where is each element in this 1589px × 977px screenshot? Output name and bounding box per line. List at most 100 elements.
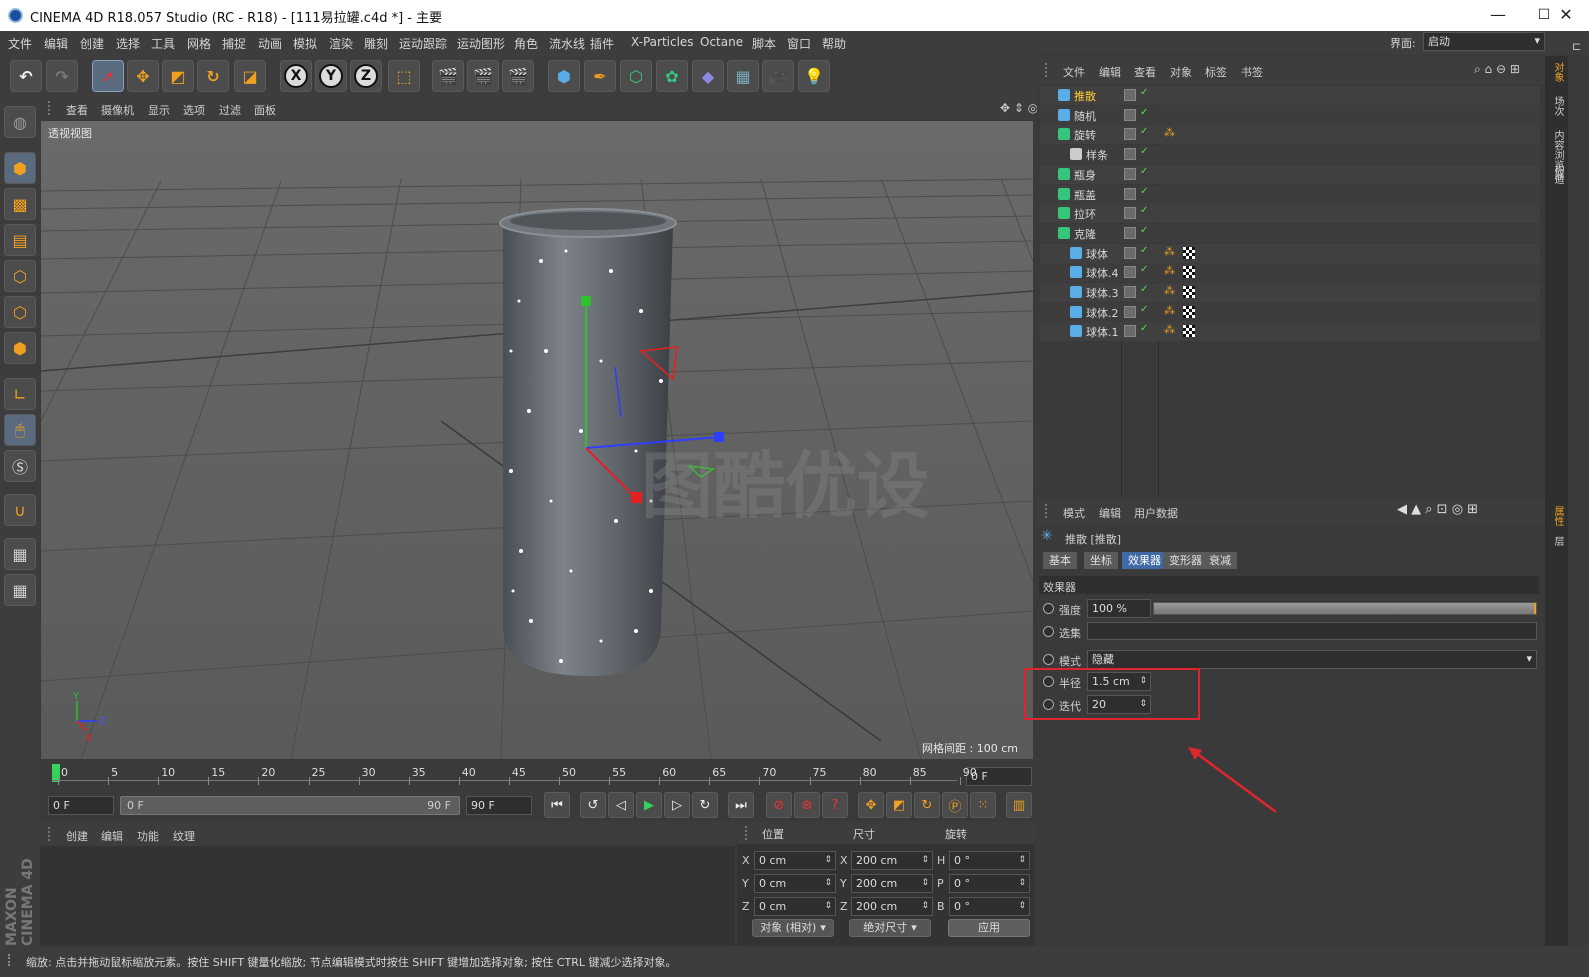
spinner-icon[interactable]: ⇕ — [921, 875, 929, 891]
rotation-field-2[interactable]: 0 ° ⇕ — [949, 897, 1030, 916]
layer-checkbox-icon[interactable] — [1124, 167, 1136, 180]
panel-expand-icon[interactable]: ⊏ — [1572, 40, 1581, 53]
attribute-tab-1[interactable]: 坐标 — [1084, 552, 1118, 569]
z-axis-button[interactable]: Z — [350, 60, 382, 92]
select-tool-button[interactable]: ➚ — [92, 60, 124, 92]
visibility-check-icon[interactable]: ✓ — [1140, 245, 1148, 256]
menu-item-16[interactable]: X-Particles — [631, 35, 694, 49]
visibility-check-icon[interactable]: ✓ — [1140, 304, 1148, 315]
attribute-tab-4[interactable]: 衰减 — [1203, 552, 1237, 569]
move-tool-button[interactable]: ✥ — [127, 60, 159, 92]
close-button[interactable]: ✕ — [1543, 2, 1589, 28]
layer-checkbox-icon[interactable] — [1124, 128, 1136, 141]
minimize-button[interactable]: — — [1475, 2, 1521, 28]
size-field-0[interactable]: 200 cm ⇕ — [851, 851, 933, 870]
menu-item-10[interactable]: 雕刻 — [364, 35, 388, 52]
visibility-check-icon[interactable]: ✓ — [1140, 126, 1148, 137]
object-menu-4[interactable]: 标签 — [1205, 64, 1227, 80]
object-search-icon[interactable]: ⌕ ⌂ ⊖ ⊞ — [1474, 62, 1520, 77]
menu-item-9[interactable]: 渲染 — [329, 35, 353, 52]
selection-anim-radio[interactable] — [1043, 626, 1054, 637]
menu-item-8[interactable]: 模拟 — [293, 35, 317, 52]
tweak-mode-button[interactable]: 🖱 — [4, 414, 36, 446]
spinner-icon[interactable]: ⇕ — [1018, 898, 1026, 914]
edges-mode-button[interactable]: ⬡ — [4, 296, 36, 328]
layer-checkbox-icon[interactable] — [1124, 148, 1136, 161]
attribute-tab-2[interactable]: 效果器 — [1122, 552, 1167, 569]
viewport-menu-3[interactable]: 选项 — [183, 102, 205, 118]
make-editable-button[interactable]: ◍ — [4, 106, 36, 138]
spinner-icon[interactable]: ⇕ — [824, 852, 832, 868]
attribute-menu-0[interactable]: 模式 — [1063, 505, 1085, 521]
spinner-icon[interactable]: ⇕ — [824, 875, 832, 891]
object-row[interactable]: 球体 ✓ ⁂ — [1040, 243, 1540, 263]
visibility-check-icon[interactable]: ✓ — [1140, 225, 1148, 236]
points-mode-button[interactable]: ⬡ — [4, 260, 36, 292]
menu-item-11[interactable]: 运动跟踪 — [399, 35, 447, 52]
visibility-check-icon[interactable]: ✓ — [1140, 186, 1148, 197]
attribute-tab-0[interactable]: 基本 — [1043, 552, 1077, 569]
viewport-menu-1[interactable]: 摄像机 — [101, 102, 134, 118]
attribute-menu-1[interactable]: 编辑 — [1099, 505, 1121, 521]
size-field-2[interactable]: 200 cm ⇕ — [851, 897, 933, 916]
menu-item-20[interactable]: 帮助 — [822, 35, 846, 52]
layer-checkbox-icon[interactable] — [1124, 207, 1136, 220]
texture-mode-button[interactable]: ▩ — [4, 188, 36, 220]
layout-select[interactable]: 启动 ▾ — [1423, 32, 1545, 51]
material-menu-2[interactable]: 功能 — [137, 828, 159, 844]
position-field-1[interactable]: 0 cm ⇕ — [754, 874, 836, 893]
undo-button[interactable]: ↶ — [10, 60, 42, 92]
timeline-window-button[interactable]: ▥ — [1006, 792, 1032, 818]
material-menu-1[interactable]: 编辑 — [101, 828, 123, 844]
layer-checkbox-icon[interactable] — [1124, 108, 1136, 121]
prev-key-button[interactable]: ↺ — [580, 792, 606, 818]
polygons-mode-button[interactable]: ⬢ — [4, 332, 36, 364]
object-row[interactable]: 随机 ✓ — [1040, 105, 1540, 125]
menu-item-2[interactable]: 创建 — [80, 35, 104, 52]
redo-button[interactable]: ↷ — [46, 60, 78, 92]
strength-anim-radio[interactable] — [1043, 603, 1054, 614]
menu-item-12[interactable]: 运动图形 — [457, 35, 505, 52]
play-button[interactable]: ▶ — [636, 792, 662, 818]
menu-item-13[interactable]: 角色 — [514, 35, 538, 52]
position-field-2[interactable]: 0 cm ⇕ — [754, 897, 836, 916]
visibility-check-icon[interactable]: ✓ — [1140, 107, 1148, 118]
cube-button[interactable]: ⬢ — [548, 60, 580, 92]
planar-workplane-button[interactable]: ▦ — [4, 574, 36, 606]
render-settings-button[interactable]: 🎬 — [502, 60, 534, 92]
key-rotation-button[interactable]: ↻ — [914, 792, 940, 818]
side-tab-bottom-1[interactable]: 层 — [1550, 536, 1565, 546]
menu-item-15[interactable]: 插件 — [590, 35, 614, 52]
layer-checkbox-icon[interactable] — [1124, 246, 1136, 259]
visibility-check-icon[interactable]: ✓ — [1140, 166, 1148, 177]
floor-button[interactable]: ▦ — [727, 60, 759, 92]
viewport-menu-2[interactable]: 显示 — [148, 102, 170, 118]
side-tab-1[interactable]: 场次 — [1550, 96, 1565, 116]
rotation-field-0[interactable]: 0 ° ⇕ — [949, 851, 1030, 870]
array-button[interactable]: ✿ — [656, 60, 688, 92]
menu-item-18[interactable]: 脚本 — [752, 35, 776, 52]
selection-field[interactable] — [1087, 622, 1537, 640]
side-tab-0[interactable]: 对象 — [1550, 62, 1565, 82]
key-position-button[interactable]: ✥ — [858, 792, 884, 818]
menu-item-19[interactable]: 窗口 — [787, 35, 811, 52]
object-row[interactable]: 球体.2 ✓ ⁂ — [1040, 302, 1540, 322]
attribute-menu-2[interactable]: 用户数据 — [1134, 505, 1178, 521]
object-row[interactable]: 旋转 ✓ ⁂ — [1040, 125, 1540, 145]
viewport-menu-0[interactable]: 查看 — [66, 102, 88, 118]
key-param-button[interactable]: Ⓟ — [942, 792, 968, 818]
magnet-button[interactable]: ∪ — [4, 494, 36, 526]
layer-checkbox-icon[interactable] — [1124, 325, 1136, 338]
object-row[interactable]: 克隆 ✓ — [1040, 223, 1540, 243]
object-row[interactable]: 球体.4 ✓ ⁂ — [1040, 263, 1540, 283]
spinner-icon[interactable]: ⇕ — [921, 852, 929, 868]
object-row[interactable]: 球体.1 ✓ ⁂ — [1040, 322, 1540, 342]
go-to-end-button[interactable]: ⏭ — [728, 792, 754, 818]
attribute-nav-icons[interactable]: ◀ ▲ ⌕ ⊡ ◎ ⊞ — [1397, 502, 1478, 517]
render-view-button[interactable]: 🎬 — [432, 60, 464, 92]
spinner-icon[interactable]: ⇕ — [1018, 852, 1026, 868]
frame-range-slider[interactable]: 0 F 90 F — [120, 796, 460, 815]
perspective-viewport[interactable]: 图酷优设 Y Z X — [41, 121, 1033, 759]
position-field-0[interactable]: 0 cm ⇕ — [754, 851, 836, 870]
start-frame-field[interactable]: 0 F — [48, 796, 114, 815]
